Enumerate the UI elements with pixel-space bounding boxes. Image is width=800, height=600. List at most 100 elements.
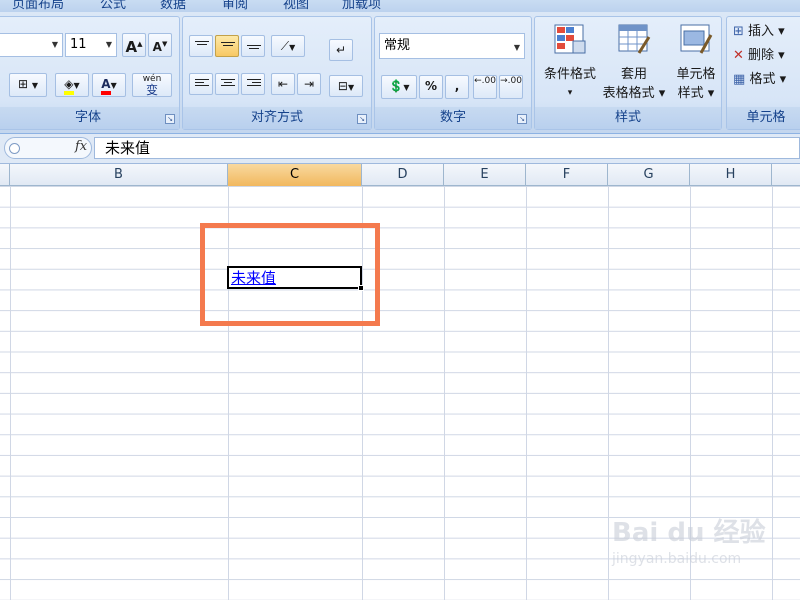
bottom-align-button[interactable]	[241, 35, 265, 57]
percent-style-button[interactable]: %	[419, 75, 443, 99]
column-header-c[interactable]: C	[228, 164, 362, 186]
decrease-decimal-icon: →.00	[500, 76, 522, 86]
number-dialog-launcher-icon[interactable]: ↘	[517, 114, 527, 124]
cell-styles-icon	[680, 24, 713, 54]
wrap-text-icon: ↵	[335, 43, 347, 57]
shrink-font-icon: A	[152, 40, 162, 54]
cells-group: ⊞ 插入 ▾ ✕ 删除 ▾ ▦ 格式 ▾ 单元格	[726, 16, 800, 130]
tab-data[interactable]: 数据	[160, 0, 186, 12]
grid-line	[444, 186, 445, 600]
table-format-label-top: 套用	[620, 67, 647, 82]
insert-button[interactable]: ⊞ 插入 ▾	[733, 21, 785, 43]
insert-function-icon[interactable]: fx	[75, 139, 87, 154]
column-headers: B C D E F G H	[0, 164, 800, 186]
fill-handle[interactable]	[358, 285, 364, 291]
styles-group-label: 样式	[535, 107, 721, 129]
grid-line	[608, 186, 609, 600]
chevron-down-icon: ▼	[31, 81, 39, 90]
grow-font-button[interactable]: A▲	[122, 33, 146, 57]
format-label: 格式 ▾	[749, 72, 787, 87]
name-box[interactable]: fx	[4, 137, 92, 159]
comma-style-button[interactable]: ,	[445, 75, 469, 99]
increase-decimal-button[interactable]: ←.00	[473, 75, 497, 99]
tab-formulas[interactable]: 公式	[100, 0, 126, 12]
align-center-icon	[221, 79, 235, 89]
number-group-label: 数字	[375, 107, 531, 129]
formula-input[interactable]: 未来值	[94, 137, 800, 159]
font-color-icon: A	[101, 77, 111, 95]
increase-indent-icon: ⇥	[303, 77, 315, 91]
font-dialog-launcher-icon[interactable]: ↘	[165, 114, 175, 124]
phonetic-guide-button[interactable]: wén 变	[132, 73, 172, 97]
column-header-f[interactable]: F	[526, 164, 608, 186]
merge-cells-icon: ⊟	[337, 79, 348, 93]
orientation-button[interactable]: ⟋▼	[271, 35, 305, 57]
delete-button[interactable]: ✕ 删除 ▾	[733, 45, 785, 67]
text-orientation-icon: ⟋	[280, 39, 290, 53]
grid-line	[362, 186, 363, 600]
cells-group-label: 单元格	[727, 107, 800, 129]
conditional-format-icon	[554, 24, 586, 54]
wrap-text-button[interactable]: ↵	[329, 39, 353, 61]
ribbon-tab-strip: 页面布局 公式 数据 审阅 视图 加载项	[0, 0, 800, 12]
align-top-icon	[195, 41, 209, 51]
column-header-b[interactable]: B	[10, 164, 228, 186]
ribbon: ▼ 11 ▼ A▲ A▼ ⊞ ▼ ◈▼ A▼ wén 变 字体 ↘ ⟋▼ ⇤ ⇥…	[0, 12, 800, 134]
chevron-down-icon: ▼	[105, 40, 112, 49]
cell-styles-button[interactable]: 单元格 样式 ▾	[661, 23, 731, 113]
percent-icon: %	[424, 79, 438, 93]
fill-color-button[interactable]: ◈▼	[55, 73, 89, 97]
tab-addins[interactable]: 加载项	[342, 0, 381, 12]
align-right-button[interactable]	[241, 73, 265, 95]
top-align-button[interactable]	[189, 35, 213, 57]
grid-line	[228, 186, 229, 600]
format-cells-button[interactable]: ▦ 格式 ▾	[733, 69, 786, 91]
active-cell-c[interactable]: 未来值	[227, 266, 364, 291]
middle-align-button[interactable]	[215, 35, 239, 57]
align-right-icon	[247, 79, 261, 89]
chevron-down-icon: ▼	[51, 40, 58, 49]
decrease-indent-icon: ⇤	[277, 77, 289, 91]
font-size-dropdown[interactable]: 11 ▼	[65, 33, 117, 57]
align-left-icon	[195, 79, 209, 89]
select-all-corner[interactable]	[0, 164, 10, 186]
format-cells-icon: ▦	[733, 72, 746, 87]
conditional-format-button[interactable]: 条件格式 ▾	[535, 23, 605, 113]
alignment-group-label: 对齐方式	[183, 107, 371, 129]
table-format-icon	[618, 24, 651, 54]
delete-cells-icon: ✕	[733, 48, 744, 63]
paint-bucket-icon: ◈	[64, 77, 74, 95]
chevron-down-icon: ▼	[110, 81, 117, 90]
number-format-dropdown[interactable]: 常规 ▼	[379, 33, 525, 59]
tab-review[interactable]: 审阅	[222, 0, 248, 12]
hyperlink-cell-text[interactable]: 未来值	[231, 269, 276, 287]
currency-icon: 💲	[388, 79, 404, 93]
borders-button[interactable]: ⊞ ▼	[9, 73, 47, 97]
expand-icon[interactable]	[9, 143, 20, 154]
font-group: ▼ 11 ▼ A▲ A▼ ⊞ ▼ ◈▼ A▼ wén 变 字体 ↘	[0, 16, 180, 130]
column-header-e[interactable]: E	[444, 164, 526, 186]
cell-styles-label-bottom: 样式 ▾	[677, 86, 715, 101]
decrease-decimal-button[interactable]: →.00	[499, 75, 523, 99]
grid-line	[526, 186, 527, 600]
tab-page-layout[interactable]: 页面布局	[12, 0, 64, 12]
accounting-format-button[interactable]: 💲▼	[381, 75, 417, 99]
align-center-button[interactable]	[215, 73, 239, 95]
alignment-dialog-launcher-icon[interactable]: ↘	[357, 114, 367, 124]
number-group: 常规 ▼ 💲▼ % , ←.00 →.00 数字 ↘	[374, 16, 532, 130]
conditional-format-label: 条件格式	[543, 67, 596, 82]
format-as-table-button[interactable]: 套用 表格格式 ▾	[599, 23, 669, 113]
font-color-button[interactable]: A▼	[92, 73, 126, 97]
column-header-g[interactable]: G	[608, 164, 690, 186]
merge-center-button[interactable]: ⊟▼	[329, 75, 363, 97]
increase-indent-button[interactable]: ⇥	[297, 73, 321, 95]
chevron-down-icon: ▾	[567, 88, 573, 98]
decrease-indent-button[interactable]: ⇤	[271, 73, 295, 95]
shrink-font-button[interactable]: A▼	[148, 33, 172, 57]
baidu-watermark: Bai du 经验 jingyan.baidu.com	[612, 512, 797, 582]
tab-view[interactable]: 视图	[283, 0, 309, 12]
column-header-d[interactable]: D	[362, 164, 444, 186]
font-name-dropdown[interactable]: ▼	[0, 33, 63, 57]
align-left-button[interactable]	[189, 73, 213, 95]
column-header-h[interactable]: H	[690, 164, 772, 186]
